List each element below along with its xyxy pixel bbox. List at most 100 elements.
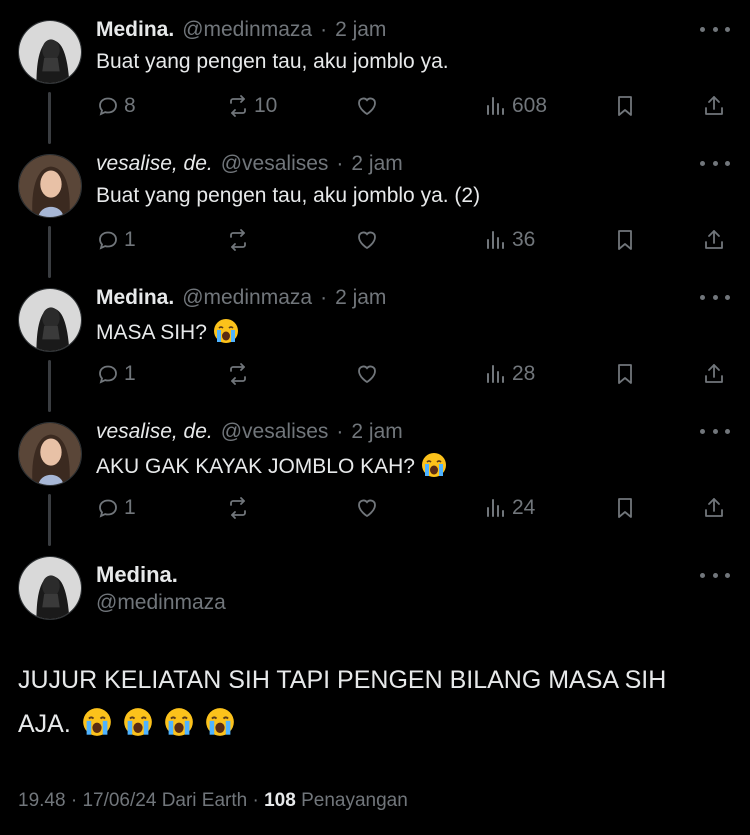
author-handle[interactable]: @vesalises <box>221 420 329 444</box>
share-icon <box>705 96 723 115</box>
main-tweet-line-2: AJA. <box>18 702 718 746</box>
action-bar: 1 36 <box>0 225 750 255</box>
bookmark-icon <box>618 498 632 518</box>
loudly-crying-face-emoji <box>82 707 112 737</box>
views-count: 24 <box>512 496 536 519</box>
share-icon <box>705 230 723 249</box>
action-bar: 1 28 <box>0 359 750 389</box>
reply-count: 1 <box>124 228 136 251</box>
reply-icon <box>99 231 117 250</box>
timestamp[interactable]: 2 jam <box>351 420 402 444</box>
like-button[interactable] <box>355 359 383 389</box>
separator: · <box>336 420 344 443</box>
avatar[interactable] <box>18 154 82 218</box>
views-button[interactable]: 36 <box>484 225 535 255</box>
timestamp[interactable]: 2 jam <box>335 18 386 42</box>
separator: · <box>320 18 328 41</box>
views-bar-icon <box>487 97 504 115</box>
tweet-time[interactable]: 19.48 <box>18 790 66 811</box>
bookmark-icon <box>618 96 632 116</box>
tweet-date[interactable]: 17/06/24 <box>82 790 156 811</box>
action-bar: 1 24 <box>0 493 750 523</box>
thread-tweet[interactable]: vesalise, de. @vesalises · 2 jam AKU GAK… <box>0 420 750 530</box>
tweet-text: Buat yang pengen tau, aku jomblo ya. (2) <box>96 184 481 207</box>
share-button[interactable] <box>702 359 726 389</box>
repost-icon <box>230 363 246 385</box>
main-author-handle[interactable]: @medinmaza <box>96 591 226 615</box>
views-total-count: 108 <box>264 790 296 811</box>
tweet-text-wrapper: MASA SIH? <box>96 318 239 345</box>
views-label: Penayangan <box>301 790 408 811</box>
heart-icon <box>358 231 376 250</box>
repost-icon <box>230 229 246 251</box>
author-name[interactable]: Medina. <box>96 286 174 310</box>
like-button[interactable] <box>355 225 383 255</box>
thread-tweet[interactable]: Medina. @medinmaza · 2 jam MASA SIH? 1 2… <box>0 286 750 396</box>
repost-count: 10 <box>254 94 278 117</box>
author-handle[interactable]: @medinmaza <box>182 18 312 42</box>
main-author-name[interactable]: Medina. <box>96 562 178 588</box>
main-tweet-line-1: JUJUR KELIATAN SIH TAPI PENGEN BILANG MA… <box>18 666 667 694</box>
bookmark-icon <box>618 230 632 250</box>
timestamp[interactable]: 2 jam <box>351 152 402 176</box>
author-handle[interactable]: @vesalises <box>221 152 329 176</box>
loudly-crying-face-emoji <box>205 707 235 737</box>
separator: · <box>252 790 259 811</box>
like-button[interactable] <box>355 91 383 121</box>
like-button[interactable] <box>355 493 383 523</box>
views-bar-icon <box>487 499 504 517</box>
thread-tweet[interactable]: vesalise, de. @vesalises · 2 jam Buat ya… <box>0 152 750 262</box>
views-button[interactable]: 608 <box>484 91 547 121</box>
bookmark-button[interactable] <box>613 91 637 121</box>
heart-icon <box>358 499 376 518</box>
avatar[interactable] <box>18 556 82 620</box>
more-dots-icon[interactable] <box>700 564 730 586</box>
loudly-crying-face-emoji <box>421 452 447 478</box>
author-handle[interactable]: @medinmaza <box>182 286 312 310</box>
views-bar-icon <box>487 231 504 249</box>
loudly-crying-face-emoji <box>213 318 239 344</box>
author-name[interactable]: Medina. <box>96 18 174 42</box>
more-dots-icon[interactable] <box>700 152 730 174</box>
reply-icon <box>99 365 117 384</box>
thread-tweet[interactable]: Medina. @medinmaza · 2 jam Buat yang pen… <box>0 18 750 128</box>
bookmark-button[interactable] <box>613 493 637 523</box>
tweet-text: MASA SIH? <box>96 321 207 344</box>
main-tweet-text: JUJUR KELIATAN SIH TAPI PENGEN BILANG MA… <box>18 658 718 746</box>
views-button[interactable]: 24 <box>484 493 535 523</box>
reply-button[interactable]: 1 <box>96 359 136 389</box>
repost-button[interactable] <box>226 493 254 523</box>
avatar[interactable] <box>18 422 82 486</box>
reply-button[interactable]: 8 <box>96 91 136 121</box>
bookmark-button[interactable] <box>613 359 637 389</box>
share-button[interactable] <box>702 493 726 523</box>
repost-button[interactable] <box>226 225 254 255</box>
more-dots-icon[interactable] <box>700 420 730 442</box>
timestamp[interactable]: 2 jam <box>335 286 386 310</box>
share-button[interactable] <box>702 225 726 255</box>
reply-button[interactable]: 1 <box>96 225 136 255</box>
more-dots-icon[interactable] <box>700 18 730 40</box>
views-button[interactable]: 28 <box>484 359 535 389</box>
heart-icon <box>358 97 376 116</box>
reply-count: 8 <box>124 94 136 117</box>
reply-icon <box>99 499 117 518</box>
author-name[interactable]: vesalise, de. <box>96 152 213 176</box>
share-button[interactable] <box>702 91 726 121</box>
loudly-crying-face-emoji <box>164 707 194 737</box>
repost-button[interactable] <box>226 359 254 389</box>
reply-count: 1 <box>124 362 136 385</box>
avatar[interactable] <box>18 20 82 84</box>
share-icon <box>705 498 723 517</box>
repost-button[interactable]: 10 <box>226 91 277 121</box>
repost-icon <box>230 497 246 519</box>
tweet-text: Buat yang pengen tau, aku jomblo ya. <box>96 50 449 73</box>
avatar[interactable] <box>18 288 82 352</box>
bookmark-button[interactable] <box>613 225 637 255</box>
more-dots-icon[interactable] <box>700 286 730 308</box>
author-name[interactable]: vesalise, de. <box>96 420 213 444</box>
reply-button[interactable]: 1 <box>96 493 136 523</box>
separator: · <box>336 152 344 175</box>
loudly-crying-face-emoji <box>123 707 153 737</box>
tweet-text-wrapper: AKU GAK KAYAK JOMBLO KAH? <box>96 452 447 479</box>
